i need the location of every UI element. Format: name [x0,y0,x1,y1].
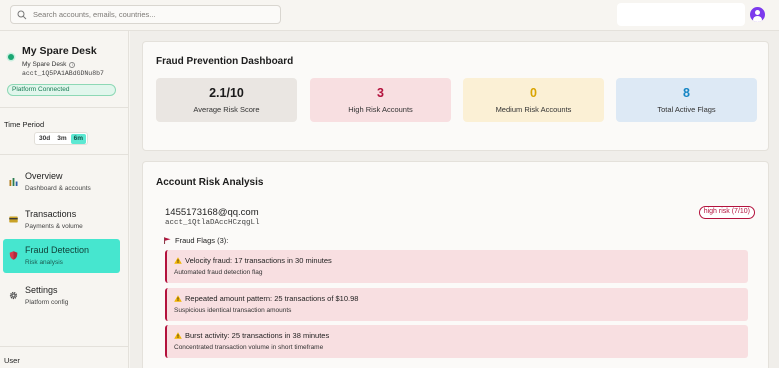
account-id: acct_1Q5PA1ABdGDNu8b7 [22,70,104,77]
user-section-label: User [4,356,20,365]
avatar-body [753,16,762,22]
time-period-selector: 30d 3m 6m [34,132,89,145]
account-risk-analysis-card: Account Risk Analysis 1455173168@qq.com … [142,161,769,368]
stat-medium-risk-accounts: 0 Medium Risk Accounts [463,78,604,122]
sidebar-item-overview-title: Overview [25,171,63,181]
main-content: Fraud Prevention Dashboard 2.1/10 Averag… [130,31,779,368]
sidebar-item-transactions[interactable]: Transactions Payments & volume [3,203,120,237]
risk-badge: high risk (7/10) [698,206,755,219]
stat-value: 2.1/10 [209,86,244,100]
fraud-flag-title: Repeated amount pattern: 25 transactions… [174,294,358,303]
period-tab-30d[interactable]: 30d [36,134,53,144]
fraud-flag-description: Automated fraud detection flag [174,269,263,276]
sidebar: My Spare Desk My Spare Desk i acct_1Q5PA… [0,31,129,368]
fraud-flag-description: Suspicious identical transaction amounts [174,307,292,314]
stat-total-active-flags: 8 Total Active Flags [616,78,757,122]
fraud-flag-title-text: Burst activity: 25 transactions in 38 mi… [185,331,330,340]
stat-value: 8 [683,86,690,100]
search-box[interactable] [10,5,281,24]
sidebar-item-overview-sub: Dashboard & accounts [25,185,91,192]
fraud-flag-description: Concentrated transaction volume in short… [174,344,324,351]
account-email: 1455173168@qq.com [165,207,259,218]
stat-label: Total Active Flags [657,105,716,114]
sidebar-item-transactions-sub: Payments & volume [25,223,83,230]
warning-icon [174,257,182,264]
account-id: acct_1QtlaDAccHCzqgLl [165,219,260,227]
gear-icon [9,291,18,300]
sidebar-item-overview[interactable]: Overview Dashboard & accounts [3,165,120,199]
account-subtitle-text: My Spare Desk [22,61,67,68]
stat-average-risk-score: 2.1/10 Average Risk Score [156,78,297,122]
fraud-flag-title-text: Repeated amount pattern: 25 transactions… [185,294,359,303]
stat-label: Medium Risk Accounts [495,105,572,114]
sidebar-item-settings[interactable]: Settings Platform config [3,279,120,313]
bar-chart-icon [9,178,18,186]
status-dot-icon [8,54,14,60]
sidebar-item-settings-sub: Platform config [25,299,69,306]
account-title: My Spare Desk [22,45,97,57]
stat-value: 0 [530,86,537,100]
sidebar-item-fraud-detection[interactable]: Fraud Detection Risk analysis [3,239,120,273]
fraud-flag-item: Burst activity: 25 transactions in 38 mi… [165,325,748,358]
topbar-blank-area [617,3,745,26]
fraud-flags-heading-text: Fraud Flags (3): [175,236,229,245]
fraud-flag-item: Velocity fraud: 17 transactions in 30 mi… [165,250,748,283]
sidebar-item-transactions-title: Transactions [25,209,77,219]
sidebar-item-fraud-detection-title: Fraud Detection [25,245,90,255]
stat-high-risk-accounts: 3 High Risk Accounts [310,78,451,122]
stat-value: 3 [377,86,384,100]
fraud-flag-title: Burst activity: 25 transactions in 38 mi… [174,331,329,340]
search-input[interactable] [33,10,273,19]
time-period-label: Time Period [4,120,45,129]
fraud-dashboard-card: Fraud Prevention Dashboard 2.1/10 Averag… [142,41,769,151]
time-period-block: Time Period 30d 3m 6m [0,108,129,155]
fraud-flag-item: Repeated amount pattern: 25 transactions… [165,288,748,321]
sidebar-item-settings-title: Settings [25,285,58,295]
sidebar-item-fraud-detection-sub: Risk analysis [25,259,63,266]
connection-status-badge: Platform Connected [7,84,116,96]
fraud-flag-title-text: Velocity fraud: 17 transactions in 30 mi… [185,256,332,265]
warning-icon [174,332,182,339]
period-tab-6m[interactable]: 6m [70,133,87,144]
sidebar-divider [0,346,129,347]
credit-card-icon [9,216,18,223]
account-block: My Spare Desk My Spare Desk i acct_1Q5PA… [0,31,129,108]
analysis-title: Account Risk Analysis [156,177,264,188]
account-subtitle: My Spare Desk i [22,61,76,68]
info-icon[interactable]: i [69,61,76,68]
period-tab-3m[interactable]: 3m [54,134,69,144]
top-bar [0,0,779,31]
dashboard-title: Fraud Prevention Dashboard [156,56,294,67]
avatar-head [755,10,760,15]
shield-icon [9,251,18,260]
fraud-flags-heading: Fraud Flags (3): [164,236,228,245]
flag-icon [164,237,171,244]
stat-label: High Risk Accounts [348,105,413,114]
warning-icon [174,295,182,302]
user-avatar[interactable] [750,7,765,22]
search-icon [17,10,27,19]
fraud-flag-title: Velocity fraud: 17 transactions in 30 mi… [174,256,332,265]
stat-label: Average Risk Score [193,105,260,114]
